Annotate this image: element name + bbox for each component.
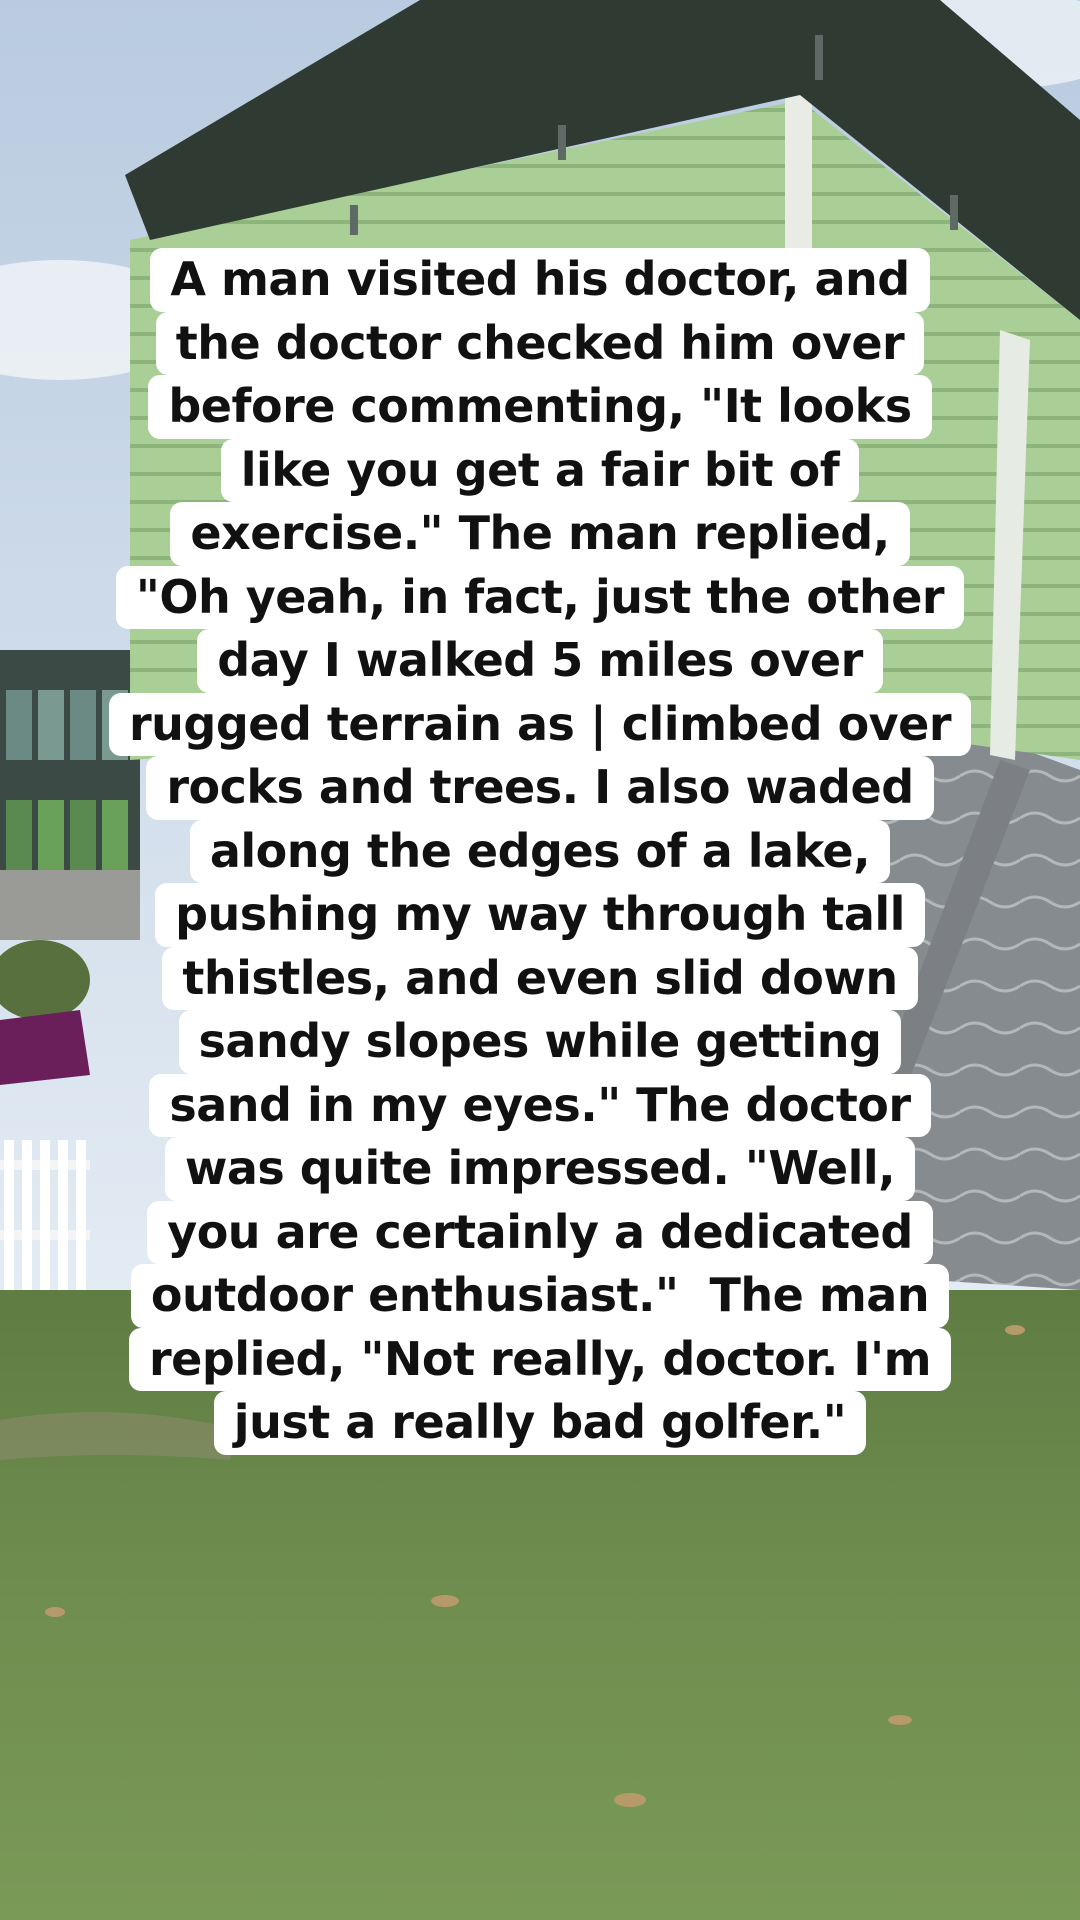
caption-line: A man visited his doctor, and	[150, 248, 930, 312]
caption-line: like you get a fair bit of	[220, 438, 860, 502]
caption-line: before commenting, "It looks	[148, 375, 932, 439]
caption-line: day I walked 5 miles over	[197, 629, 883, 693]
caption-line: just a really bad golfer."	[213, 1391, 867, 1455]
caption-line: pushing my way through tall	[155, 883, 925, 947]
caption-line: replied, "Not really, doctor. I'm	[128, 1327, 952, 1391]
caption-line: thistles, and even slid down	[162, 946, 918, 1010]
caption-line: sandy slopes while getting	[178, 1010, 902, 1074]
joke-caption: A man visited his doctor, and the doctor…	[0, 248, 1080, 1455]
caption-line: exercise." The man replied,	[170, 502, 910, 566]
caption-line: you are certainly a dedicated	[147, 1200, 933, 1264]
caption-line: rocks and trees. I also waded	[146, 756, 934, 820]
caption-line: the doctor checked him over	[155, 311, 925, 375]
caption-line: outdoor enthusiast." The man	[130, 1264, 950, 1328]
caption-line: "Oh yeah, in fact, just the other	[115, 565, 965, 629]
caption-line: sand in my eyes." The doctor	[149, 1073, 931, 1137]
caption-line: rugged terrain as | climbed over	[108, 692, 972, 756]
caption-line: along the edges of a lake,	[189, 819, 891, 883]
caption-line: was quite impressed. "Well,	[164, 1137, 916, 1201]
